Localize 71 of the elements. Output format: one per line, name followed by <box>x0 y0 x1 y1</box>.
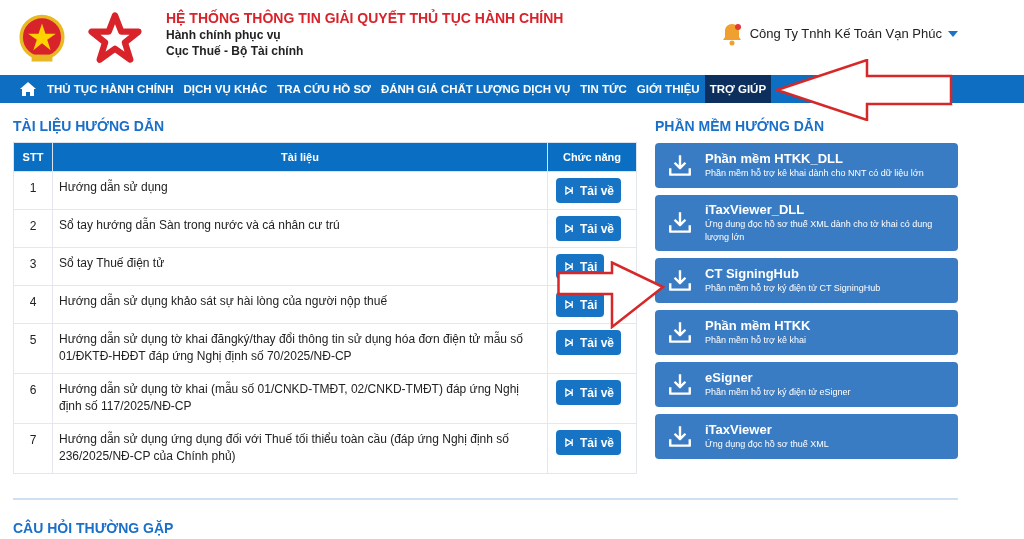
software-name: Phần mềm HTKK <box>705 318 811 333</box>
table-cell: Hướng dẫn sử dụng <box>52 171 548 210</box>
play-icon <box>565 186 574 195</box>
software-name: Phần mềm HTKK_DLL <box>705 151 844 166</box>
software-card[interactable]: iTaxViewer_DLL Ứng dung đọc hồ sơ thuế XML dành cho tờ khai có dung lượng lớn <box>655 195 958 251</box>
software-description: Phần mềm hỗ trợ ký điện tử CT SigningHub <box>705 282 881 295</box>
software-description: Ứng dung đọc hồ sơ thuế XML dành cho tờ khai có dung lượng lớn <box>705 218 934 244</box>
home-icon[interactable] <box>20 81 36 97</box>
nav-tab[interactable]: TRA CỨU HỒ SƠ <box>272 75 376 103</box>
table-cell: Hướng dẫn sử dụng ứng dụng đối với Thuế tối thiểu toàn cầu (đáp ứng Nghị định số 236/2025/NĐ-CP của Chính phủ) <box>52 423 548 474</box>
table-cell: 4 <box>13 285 53 324</box>
table-cell: 1 <box>13 171 53 210</box>
software-card[interactable]: CT SigningHub Phần mềm hỗ trợ ký điện tử CT SigningHub <box>655 258 958 303</box>
table-cell: 5 <box>13 323 53 374</box>
play-icon <box>565 224 574 233</box>
table-cell: 2 <box>13 209 53 248</box>
download-button[interactable]: Tải về <box>556 178 622 203</box>
caret-icon[interactable] <box>948 30 958 37</box>
column-header: STT <box>13 142 53 172</box>
column-header: Tài liệu <box>52 142 548 172</box>
play-icon <box>565 300 574 309</box>
software-card[interactable]: Phần mềm HTKK_DLL Phần mềm hỗ trợ kê khai dành cho NNT có dữ liệu lớn <box>655 143 958 188</box>
download-button[interactable]: Tải về <box>556 430 622 455</box>
software-name: iTaxViewer <box>705 422 773 437</box>
play-icon <box>565 388 574 397</box>
table-cell: 3 <box>13 247 53 286</box>
play-icon <box>565 262 574 271</box>
software-card[interactable]: eSigner Phần mềm hỗ trợ ký điện tử eSigner <box>655 362 958 407</box>
table-cell: Hướng dẫn sử dụng khảo sát sự hài lòng của người nộp thuế <box>52 285 548 324</box>
software-description: Phần mềm hỗ trợ kê khai <box>705 334 807 347</box>
software-name: eSigner <box>705 370 754 385</box>
software-card[interactable]: iTaxViewer Ứng dụng đọc hồ sơ thuế XML <box>655 414 958 459</box>
nav-tab[interactable]: TRỢ GIÚP <box>704 75 772 103</box>
nav-tab[interactable]: TIN TỨC <box>575 75 632 103</box>
emblem-icon <box>16 12 68 65</box>
download-icon <box>667 371 693 398</box>
download-button[interactable]: Tải về <box>556 216 622 241</box>
nav-tab[interactable]: DỊCH VỤ KHÁC <box>178 75 273 103</box>
software-description: Phần mềm hỗ trợ ký điện tử eSigner <box>705 386 851 399</box>
site-subtitle: Hành chính phục vụ <box>166 27 282 42</box>
software-description: Ứng dụng đọc hồ sơ thuế XML <box>705 438 829 451</box>
table-cell: Sổ tay Thuế điện tử <box>52 247 548 286</box>
agency-name: Cục Thuế - Bộ Tài chính <box>166 43 305 58</box>
software-description: Phần mềm hỗ trợ kê khai dành cho NNT có dữ liệu lớn <box>705 167 924 180</box>
table-cell: 6 <box>13 373 53 424</box>
site-title: HỆ THỐNG THÔNG TIN GIẢI QUYẾT THỦ TỤC HÀNH CHÍNH <box>166 9 564 26</box>
section-title: TÀI LIỆU HƯỚNG DẪN <box>13 118 166 134</box>
nav-tab[interactable]: ĐÁNH GIÁ CHẤT LƯỢNG DỊCH VỤ <box>375 75 576 103</box>
download-button[interactable]: Tải về <box>556 380 622 405</box>
download-icon <box>667 267 693 294</box>
section-title: CÂU HỎI THƯỜNG GẶP <box>13 520 175 536</box>
section-title: PHẦN MỀM HƯỚNG DẪN <box>655 118 825 134</box>
star-logo-icon <box>88 10 142 65</box>
nav-tab[interactable]: THỦ TỤC HÀNH CHÍNH <box>42 75 179 103</box>
user-name[interactable]: Công Ty Tnhh Kế Toán Vạn Phúc <box>749 26 942 41</box>
software-name: iTaxViewer_DLL <box>705 202 806 217</box>
software-name: CT SigningHub <box>705 266 800 281</box>
table-cell: Hướng dẫn sử dụng tờ khai đăngký/thay đổi thông tin sử dụng hóa đơn điện tử mẫu số 01/ĐKTĐ-HĐĐT đáp ứng Nghị định số 70/2025/NĐ-CP <box>52 323 548 374</box>
download-icon <box>667 423 693 450</box>
column-header: Chức năng <box>547 142 637 172</box>
download-icon <box>667 319 693 346</box>
table-cell: 7 <box>13 423 53 474</box>
table-cell: Sổ tay hướng dẫn Sàn trong nước và cá nhân cư trú <box>52 209 548 248</box>
download-icon <box>667 152 693 179</box>
nav-tab[interactable]: GIỚI THIỆU <box>631 75 705 103</box>
download-button[interactable]: Tải về <box>556 330 622 355</box>
software-card[interactable]: Phần mềm HTKK Phần mềm hỗ trợ kê khai <box>655 310 958 355</box>
download-icon <box>667 210 693 236</box>
table-cell: Hướng dẫn sử dụng tờ khai (mẫu số 01/CNKD-TMĐT, 02/CNKD-TMĐT) đáp ứng Nghị định số 117/2025/NĐ-CP <box>52 373 548 424</box>
play-icon <box>565 338 574 347</box>
play-icon <box>565 438 574 447</box>
